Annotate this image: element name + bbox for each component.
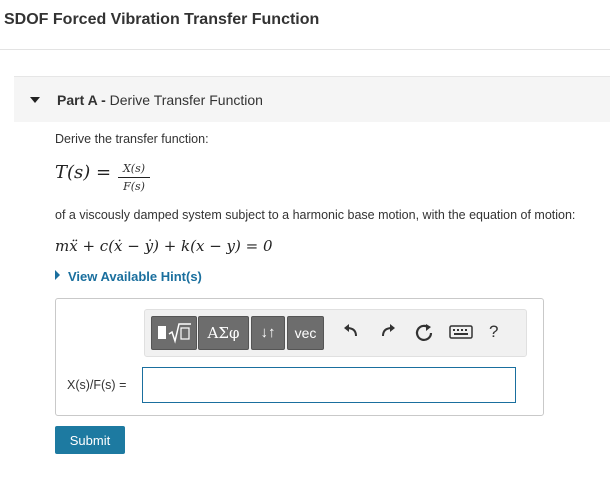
arrows-button[interactable]: ↓↑ <box>251 316 285 350</box>
transfer-function-lhs: T(s) = <box>55 162 112 183</box>
title-divider <box>0 49 610 50</box>
part-name: Derive Transfer Function <box>109 92 263 108</box>
fraction-numerator: X(s) <box>118 162 150 178</box>
redo-icon[interactable] <box>379 322 397 344</box>
keyboard-icon[interactable] <box>449 324 473 344</box>
answer-box: ΑΣφ ↓↑ vec ? X(s)/F(s) = <box>55 298 544 416</box>
expand-triangle-icon <box>55 270 60 280</box>
answer-input[interactable] <box>142 367 516 403</box>
page-title: SDOF Forced Vibration Transfer Function <box>4 11 320 28</box>
math-toolbar: ΑΣφ ↓↑ vec ? <box>144 309 527 357</box>
description-text: of a viscously damped system subject to … <box>55 208 576 222</box>
view-hints-link[interactable]: View Available Hint(s) <box>55 269 202 284</box>
symbols-button[interactable]: ΑΣφ <box>198 316 249 350</box>
undo-icon[interactable] <box>342 322 360 344</box>
equation-of-motion: mẍ + c(ẋ − ẏ) + k(x − y) = 0 <box>55 237 273 255</box>
hint-label: View Available Hint(s) <box>68 269 202 284</box>
part-prefix: Part A - <box>57 92 106 108</box>
intro-text: Derive the transfer function: <box>55 132 209 146</box>
fraction-denominator: F(s) <box>123 180 145 193</box>
vec-button[interactable]: vec <box>287 316 324 350</box>
help-button[interactable]: ? <box>489 322 498 342</box>
answer-label: X(s)/F(s) = <box>67 378 127 392</box>
collapse-caret-icon[interactable] <box>30 97 40 103</box>
transfer-function-fraction: X(s) F(s) <box>118 162 150 193</box>
reset-icon[interactable] <box>414 322 434 346</box>
part-label: Part A - Derive Transfer Function <box>57 92 263 108</box>
submit-button[interactable]: Submit <box>55 426 125 454</box>
fraction-sqrt-template-icon[interactable] <box>151 316 197 350</box>
part-a-header[interactable]: Part A - Derive Transfer Function <box>14 76 610 122</box>
